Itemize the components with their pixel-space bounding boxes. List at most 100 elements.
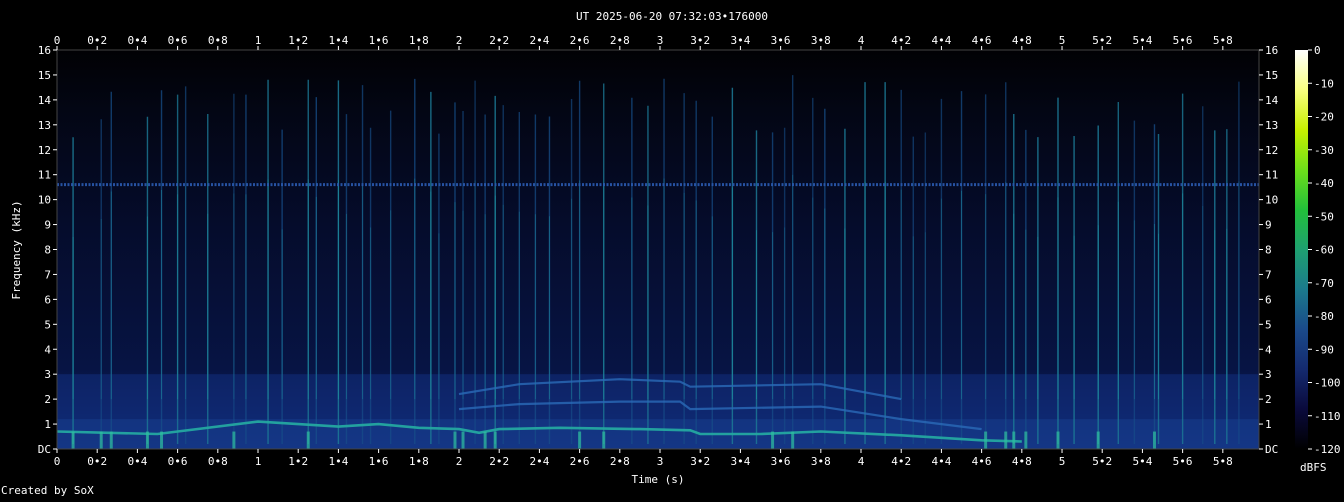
dc-blip	[602, 431, 606, 449]
x-tick-label-top: 4•8	[1012, 34, 1032, 47]
x-tick-label-top: 4•6	[972, 34, 992, 47]
dc-blip	[1056, 431, 1060, 449]
x-tick-label-top: 0•8	[208, 34, 228, 47]
y-tick-label-left: 4	[44, 343, 51, 356]
dc-blip	[160, 431, 164, 449]
colorbar-label: dBFS	[1300, 461, 1327, 474]
y-tick-label-right: DC	[1265, 443, 1278, 456]
dc-blip	[71, 431, 75, 449]
dc-blip	[984, 431, 988, 449]
x-tick-label-top: 3•4	[730, 34, 750, 47]
x-tick-label-bottom: 2•6	[570, 455, 590, 468]
x-tick-label-top: 4•2	[891, 34, 911, 47]
x-tick-label-bottom: 5•6	[1173, 455, 1193, 468]
x-tick-label-top: 3	[657, 34, 664, 47]
x-tick-label-bottom: 5•8	[1213, 455, 1233, 468]
dc-blip	[306, 431, 310, 449]
colorbar-tick-label: -60	[1314, 244, 1334, 257]
y-tick-label-left: 2	[44, 393, 51, 406]
y-tick-label-left: DC	[38, 443, 51, 456]
y-tick-label-right: 9	[1265, 219, 1272, 232]
x-tick-label-top: 2•2	[489, 34, 509, 47]
sox-credit: Created by SoX	[1, 484, 94, 497]
dc-blip	[493, 431, 497, 449]
y-tick-label-right: 2	[1265, 393, 1272, 406]
y-tick-label-left: 14	[38, 94, 52, 107]
y-tick-label-left: 6	[44, 293, 51, 306]
x-tick-label-bottom: 2•8	[610, 455, 630, 468]
x-tick-label-top: 3•8	[811, 34, 831, 47]
x-tick-label-bottom: 4•2	[891, 455, 911, 468]
x-tick-label-bottom: 0	[54, 455, 61, 468]
y-tick-label-right: 5	[1265, 318, 1272, 331]
x-axis-top: 0 0•2 0•4 0•6 0•8 1 1•2 1•4 1•6 1•8 2 2•2 2•4 2•6 2•8 3…	[54, 34, 1233, 50]
x-tick-label-top: 1•4	[328, 34, 348, 47]
dc-blip	[483, 431, 487, 449]
dc-blip	[578, 431, 582, 449]
colorbar-ticks: 0 -10 -20 -30 -40 -50 -60 -70 -80 -90 -100 -110 -120	[1308, 44, 1341, 456]
colorbar-tick-label: -100	[1314, 377, 1341, 390]
colorbar-tick-label: -40	[1314, 177, 1334, 190]
y-tick-label-right: 3	[1265, 368, 1272, 381]
y-tick-label-left: 7	[44, 268, 51, 281]
x-tick-label-top: 1	[255, 34, 262, 47]
y-tick-label-right: 16	[1265, 44, 1278, 57]
colorbar	[1295, 50, 1308, 449]
y-tick-label-right: 8	[1265, 244, 1272, 257]
y-tick-label-left: 8	[44, 244, 51, 257]
x-tick-label-bottom: 5•2	[1092, 455, 1112, 468]
x-tick-label-top: 5	[1059, 34, 1066, 47]
x-axis-label: Time (s)	[632, 473, 685, 486]
y-tick-label-left: 3	[44, 368, 51, 381]
y-tick-label-left: 16	[38, 44, 51, 57]
colorbar-tick-label: -10	[1314, 77, 1334, 90]
x-tick-label-bottom: 1•4	[328, 455, 348, 468]
x-tick-label-bottom: 1•8	[409, 455, 429, 468]
dc-blip	[109, 431, 113, 449]
y-tick-label-left: 10	[38, 194, 51, 207]
colorbar-tick-label: 0	[1314, 44, 1321, 57]
x-tick-label-bottom: 0•4	[127, 455, 147, 468]
y-tick-label-left: 15	[38, 69, 51, 82]
x-tick-label-bottom: 5	[1059, 455, 1066, 468]
y-axis-left: DC12345678910111213141516	[38, 44, 57, 456]
y-tick-label-left: 5	[44, 318, 51, 331]
dc-blip	[99, 431, 103, 449]
y-tick-label-right: 13	[1265, 119, 1278, 132]
y-tick-label-right: 6	[1265, 293, 1272, 306]
dc-blip	[232, 431, 236, 449]
y-tick-label-left: 9	[44, 219, 51, 232]
x-tick-label-top: 5•8	[1213, 34, 1233, 47]
colorbar-tick-label: -30	[1314, 144, 1334, 157]
colorbar-tick-label: -70	[1314, 277, 1334, 290]
x-tick-label-top: 1•6	[369, 34, 389, 47]
dc-blip	[145, 431, 149, 449]
colorbar-tick-label: -110	[1314, 410, 1341, 423]
y-tick-label-right: 12	[1265, 144, 1278, 157]
dc-blip	[1024, 431, 1028, 449]
dc-blip	[791, 431, 795, 449]
y-axis-right: DC12345678910111213141516	[1259, 44, 1279, 456]
x-tick-label-top: 0•4	[127, 34, 147, 47]
x-tick-label-top: 0	[54, 34, 61, 47]
dc-blip	[461, 431, 465, 449]
x-tick-label-bottom: 0•8	[208, 455, 228, 468]
y-tick-label-left: 1	[44, 418, 51, 431]
x-tick-label-bottom: 3•6	[771, 455, 791, 468]
y-tick-label-left: 13	[38, 119, 51, 132]
x-tick-label-top: 2	[456, 34, 463, 47]
x-tick-label-bottom: 3•4	[730, 455, 750, 468]
y-tick-label-right: 7	[1265, 268, 1272, 281]
x-tick-label-top: 5•4	[1132, 34, 1152, 47]
colorbar-tick-label: -90	[1314, 343, 1334, 356]
x-tick-label-bottom: 2•2	[489, 455, 509, 468]
x-tick-label-bottom: 1	[255, 455, 262, 468]
y-tick-label-left: 12	[38, 144, 51, 157]
x-tick-label-top: 4•4	[931, 34, 951, 47]
spectrogram-svg: UT 2025-06-20 07:32:03•176000 0 0•2 0•4 0•6…	[1, 10, 1341, 497]
x-tick-label-top: 1•8	[409, 34, 429, 47]
x-tick-label-bottom: 3	[657, 455, 664, 468]
dc-blip	[771, 431, 775, 449]
y-tick-label-right: 4	[1265, 343, 1272, 356]
colorbar-tick-label: -20	[1314, 111, 1334, 124]
